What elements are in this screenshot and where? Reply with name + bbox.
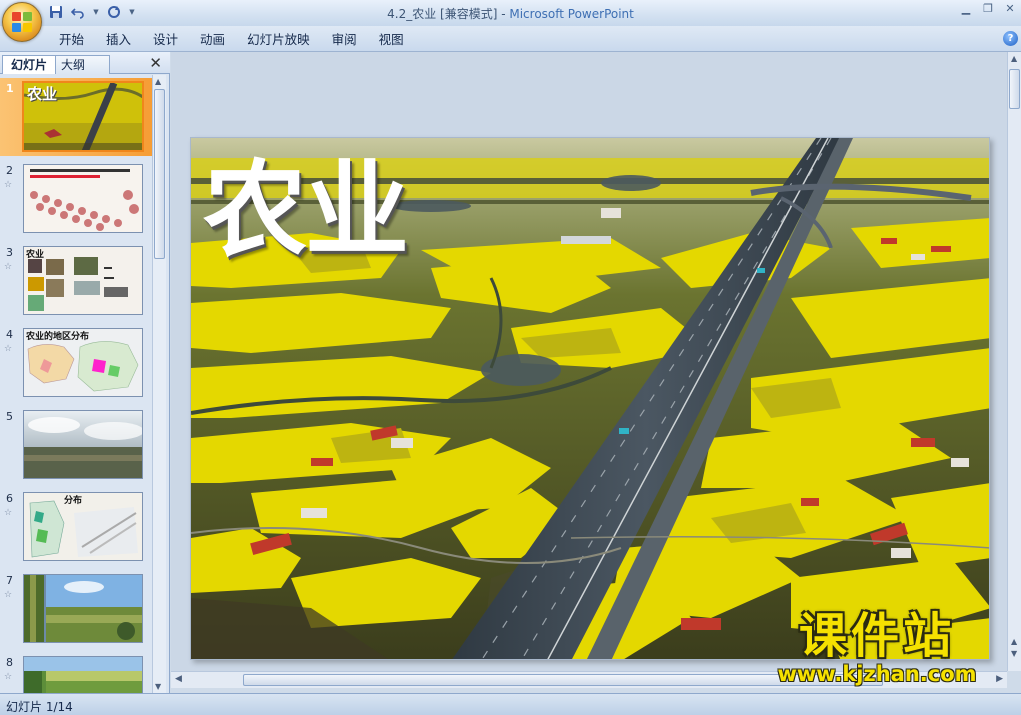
thumbnail-title: 分布 (64, 496, 83, 506)
thumbnail-number: 5 (6, 410, 13, 423)
thumbnail-number: 4 (6, 328, 13, 341)
slide-thumbnail-7[interactable]: 7 ☆ (0, 570, 152, 648)
watermark-url: www.kjzhan.com (777, 662, 977, 686)
animation-star-icon: ☆ (4, 508, 13, 518)
animation-star-icon: ☆ (4, 262, 13, 272)
tab-design[interactable]: 设计 (142, 31, 189, 49)
tab-outline[interactable]: 大纲 (52, 55, 110, 74)
slide-thumbnail-1[interactable]: 1 农业 (0, 78, 152, 156)
scrollbar-thumb[interactable] (1009, 69, 1020, 109)
slide-thumbnail-3[interactable]: 3 ☆ 农业 (0, 242, 152, 320)
tab-view[interactable]: 视图 (368, 31, 415, 49)
thumbnail-image (23, 164, 143, 233)
thumbnail-title: 农业 (26, 250, 45, 260)
thumbnail-title: 农业 (27, 85, 58, 103)
slide-thumbnail-4[interactable]: 4 ☆ 农业的地区分布 (0, 324, 152, 402)
app-name: Microsoft PowerPoint (509, 7, 634, 21)
slide-thumbnail-5[interactable]: 5 (0, 406, 152, 484)
help-icon[interactable]: ? (1003, 31, 1018, 46)
animation-star-icon: ☆ (4, 672, 13, 682)
slide-title[interactable]: 农业 (203, 158, 409, 262)
next-slide-icon[interactable]: ▼ (1011, 649, 1017, 658)
minimize-icon[interactable]: ▁ (959, 2, 973, 16)
slide-thumbnail-8[interactable]: 8 ☆ (0, 652, 152, 693)
window-title: 4.2_农业 [兼容模式] - Microsoft PowerPoint (0, 5, 1021, 22)
thumbnail-number: 8 (6, 656, 13, 669)
status-bar: 幻灯片 1/14 (0, 693, 1021, 715)
thumbnail-number: 3 (6, 246, 13, 259)
tab-animations[interactable]: 动画 (189, 31, 236, 49)
animation-star-icon: ☆ (4, 344, 13, 354)
tab-slides[interactable]: 幻灯片 (2, 55, 57, 74)
thumbnail-number: 2 (6, 164, 13, 177)
tab-review[interactable]: 审阅 (321, 31, 368, 49)
scrollbar-thumb[interactable] (154, 89, 165, 259)
pane-tabs: 大纲 幻灯片 ✕ (0, 52, 170, 74)
slide-thumbnail-2[interactable]: 2 ☆ (0, 160, 152, 238)
scroll-left-icon[interactable]: ◀ (175, 674, 182, 684)
slides-pane-scrollbar[interactable]: ▲ ▼ (152, 75, 166, 693)
thumbnail-image: 农业 (22, 81, 144, 152)
pane-close-icon[interactable]: ✕ (149, 54, 162, 72)
office-button[interactable] (2, 2, 42, 42)
tab-slideshow[interactable]: 幻灯片放映 (236, 31, 321, 49)
window-controls: ▁ ❐ ✕ (959, 2, 1017, 16)
scroll-down-icon[interactable]: ▼ (155, 682, 161, 691)
thumbnail-number: 6 (6, 492, 13, 505)
thumbnail-title: 农业的地区分布 (26, 332, 90, 342)
current-slide[interactable]: 农业 (190, 137, 990, 660)
thumbnail-image: 农业 (23, 246, 143, 315)
thumbnail-image (23, 410, 143, 479)
scroll-up-icon[interactable]: ▲ (1011, 54, 1017, 63)
office-logo-icon (12, 12, 34, 34)
main-vertical-scrollbar[interactable]: ▲ ▲ ▼ (1007, 52, 1021, 671)
title-bar: ▼ ▼ 4.2_农业 [兼容模式] - Microsoft PowerPoint… (0, 0, 1021, 26)
scroll-right-icon[interactable]: ▶ (996, 674, 1003, 684)
slide-editing-area: 农业 (171, 52, 1007, 671)
watermark-brand: 课件站 (798, 608, 955, 664)
thumbnail-image: 农业的地区分布 (23, 328, 143, 397)
watermark: 课件站 www.kjzhan.com (757, 612, 997, 686)
close-icon[interactable]: ✕ (1003, 2, 1017, 16)
previous-slide-icon[interactable]: ▲ (1011, 637, 1017, 646)
ribbon-tabs: 开始 插入 设计 动画 幻灯片放映 审阅 视图 ? (0, 26, 1021, 52)
scroll-up-icon[interactable]: ▲ (155, 77, 161, 86)
tab-home[interactable]: 开始 (48, 31, 95, 49)
thumbnail-number: 1 (6, 82, 14, 95)
animation-star-icon: ☆ (4, 180, 13, 190)
document-title: 4.2_农业 [兼容模式] - (387, 7, 510, 21)
thumbnail-image (23, 574, 143, 643)
slides-pane: 大纲 幻灯片 ✕ 1 农业 2 ☆ 3 ☆ 农业 4 ☆ 农业的地区分布 5 6… (0, 52, 170, 693)
thumbnail-image (23, 656, 143, 693)
thumbnail-number: 7 (6, 574, 13, 587)
tab-insert[interactable]: 插入 (95, 31, 142, 49)
thumbnail-list: 1 农业 2 ☆ 3 ☆ 农业 4 ☆ 农业的地区分布 5 6 ☆ 分布 7 ☆… (0, 75, 152, 693)
thumbnail-image: 分布 (23, 492, 143, 561)
restore-icon[interactable]: ❐ (981, 2, 995, 16)
animation-star-icon: ☆ (4, 590, 13, 600)
slide-thumbnail-6[interactable]: 6 ☆ 分布 (0, 488, 152, 566)
slide-indicator: 幻灯片 1/14 (6, 700, 73, 714)
